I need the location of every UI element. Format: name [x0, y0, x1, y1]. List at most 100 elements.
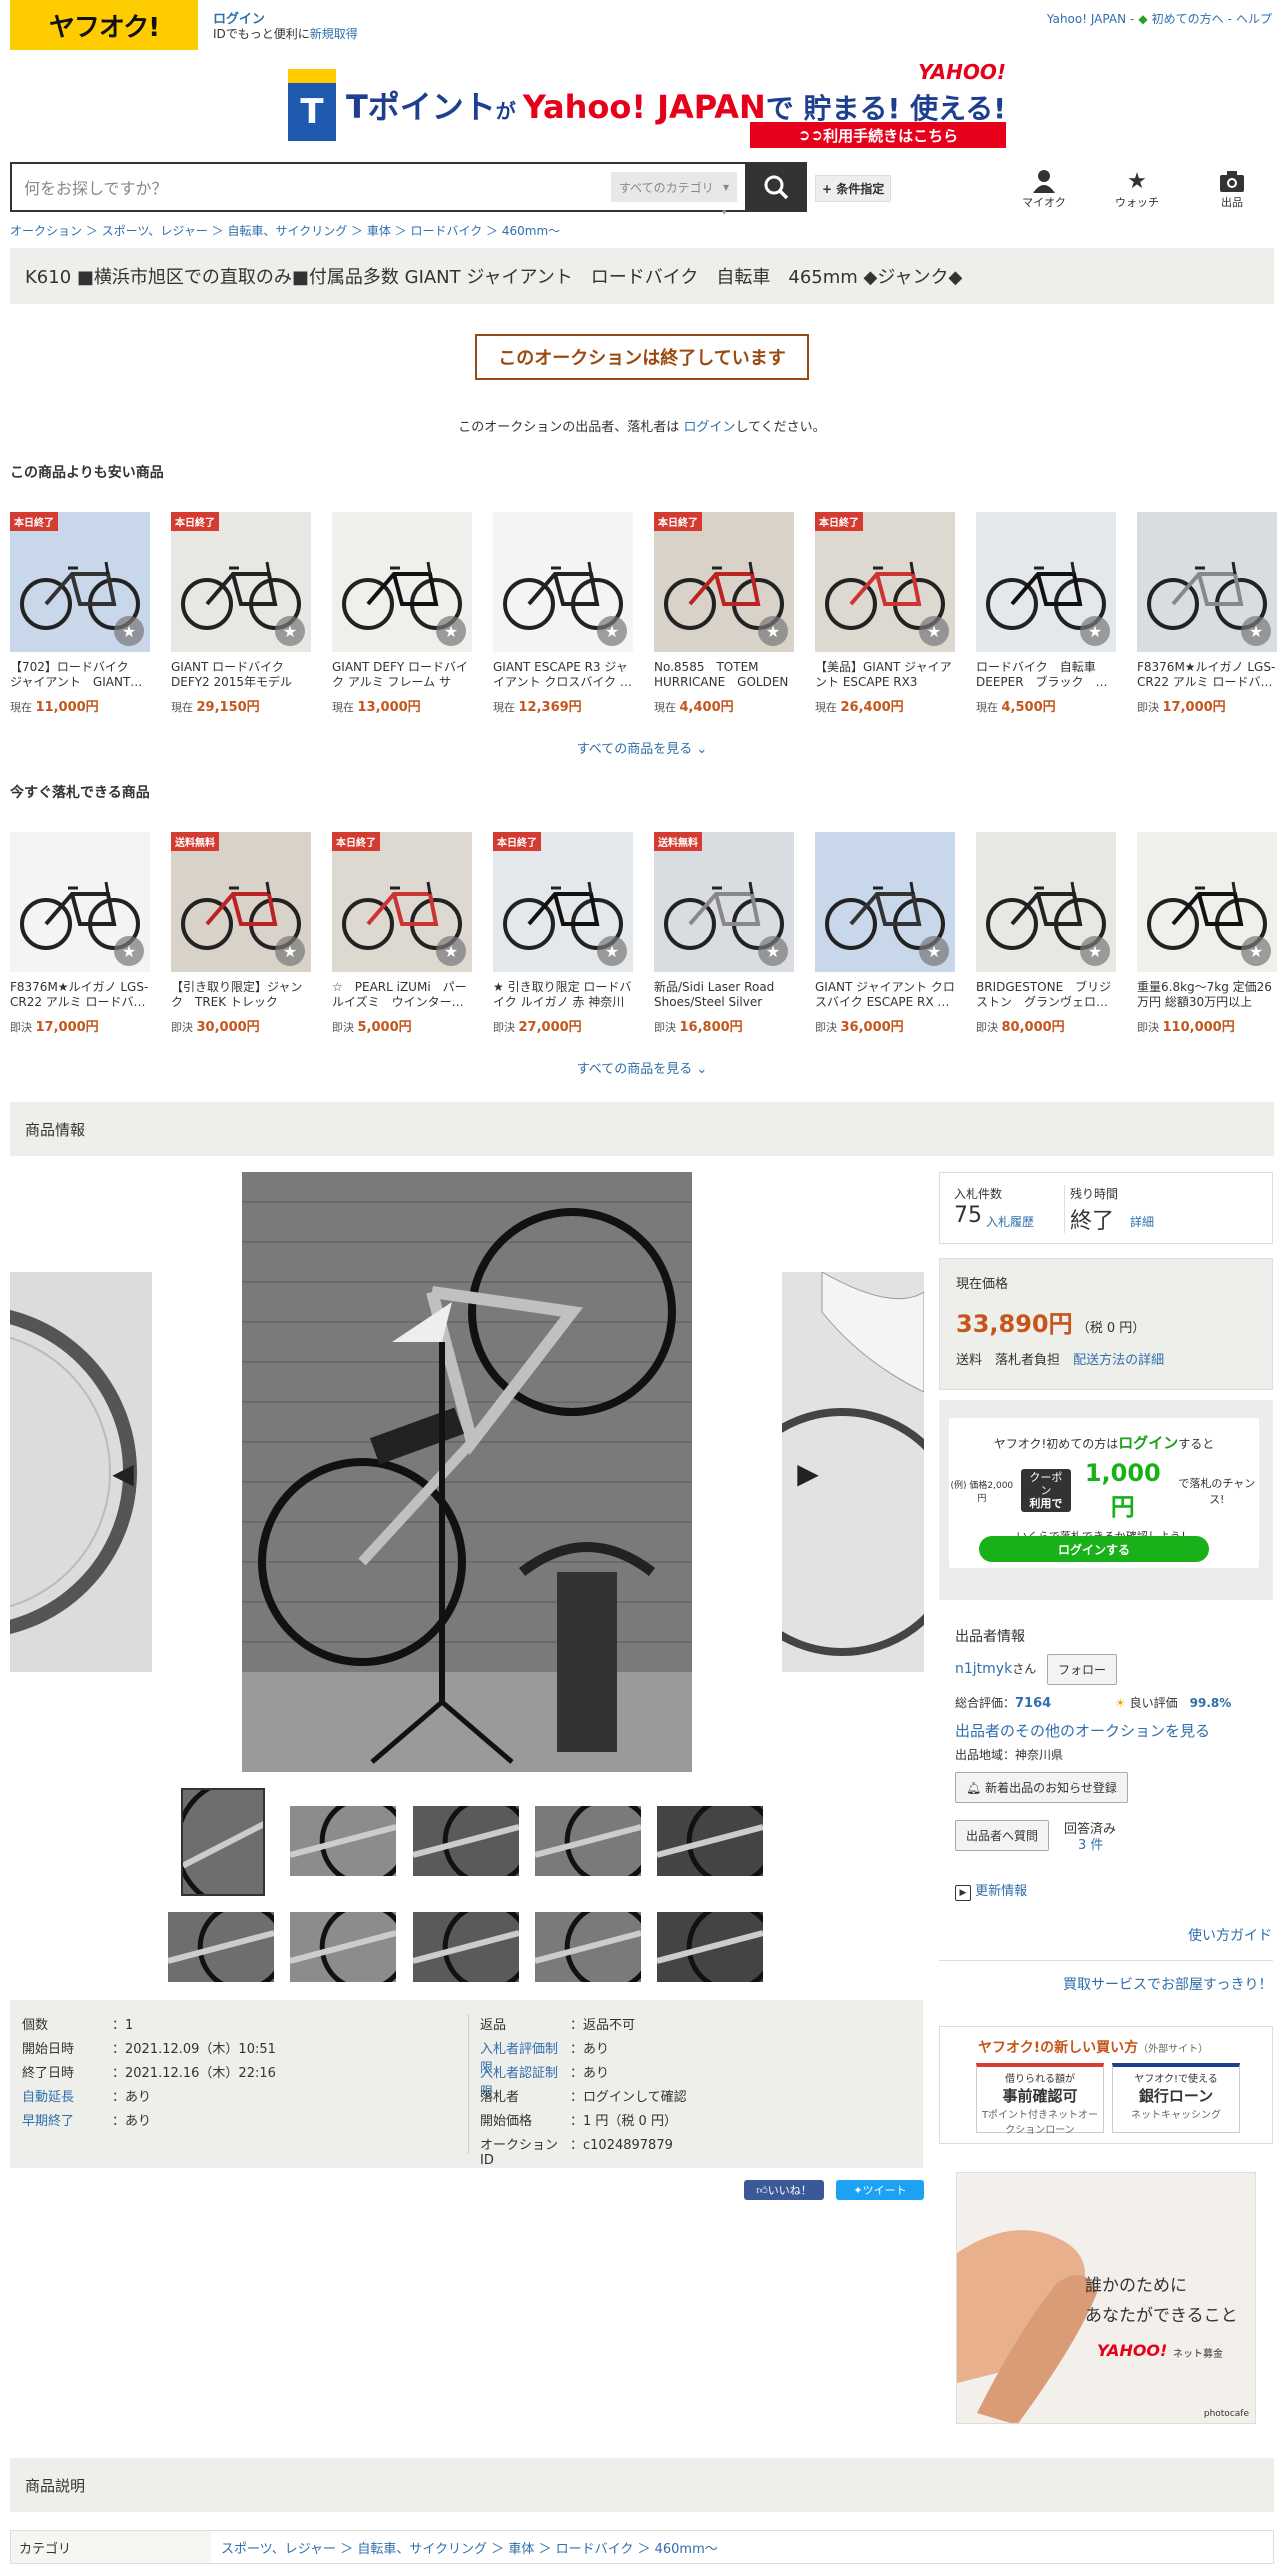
product-title[interactable]: No.8585 TOTEM HURRICANE GOLDEN W…: [654, 660, 794, 690]
product-price[interactable]: 29,150円: [197, 700, 260, 715]
buynow-card-image[interactable]: 本日終了 ★: [493, 832, 633, 972]
product-price-row[interactable]: 即決 80,000円: [976, 1016, 1116, 1035]
buynow-card-image[interactable]: 送料無料 ★: [171, 832, 311, 972]
info-row[interactable]: 自動延長 ：あり: [22, 2086, 151, 2105]
product-price[interactable]: 36,000円: [841, 1020, 904, 1035]
bid-history-link[interactable]: 入札履歴: [986, 1213, 1034, 1230]
cheaper-card[interactable]: ★ GIANT ESCAPE R3 ジャイアント クロスバイク … 現在 12,36…: [493, 512, 633, 715]
buynow-card-image[interactable]: 送料無料 ★: [654, 832, 794, 972]
watch-star-icon[interactable]: ★: [114, 936, 144, 966]
product-title[interactable]: ロードバイク 自転車 DEEPER ブラック …: [976, 660, 1116, 690]
info-value[interactable]: ：あり: [112, 2086, 151, 2105]
product-title[interactable]: 新品/Sidi Laser Road Shoes/Steel Silver Ve…: [654, 980, 794, 1010]
cheaper-see-all-link[interactable]: すべての商品を見る ⌄: [0, 738, 1284, 757]
shipping-details-link[interactable]: 配送方法の詳細: [1073, 1353, 1164, 1368]
watch-star-icon[interactable]: ★: [114, 616, 144, 646]
info-value[interactable]: ：1 円（税 0 円）: [570, 2110, 677, 2129]
product-price[interactable]: 110,000円: [1163, 1020, 1235, 1035]
cheaper-card-image[interactable]: ★: [976, 512, 1116, 652]
nav-myauc[interactable]: マイオク: [1014, 168, 1074, 210]
buynow-card[interactable]: ★ F8376M★ルイガノ LGS-CR22 アルミ ロードバ… 即決 17,000…: [10, 832, 150, 1035]
info-key[interactable]: オークションID: [480, 2134, 570, 2168]
watch-star-icon[interactable]: ★: [597, 616, 627, 646]
info-key[interactable]: 終了日時: [22, 2062, 112, 2081]
info-key[interactable]: 早期終了: [22, 2110, 112, 2129]
product-price[interactable]: 4,400円: [680, 700, 734, 715]
condition-button[interactable]: + 条件指定: [815, 175, 892, 202]
buynow-card-image[interactable]: ★: [10, 832, 150, 972]
product-price[interactable]: 80,000円: [1002, 1020, 1065, 1035]
info-key[interactable]: 自動延長: [22, 2086, 112, 2105]
info-key[interactable]: 落札者: [480, 2086, 570, 2105]
product-title[interactable]: GIANT ロードバイク DEFY2 2015年モデル Tiagr…: [171, 660, 311, 690]
yafuoku-logo[interactable]: ヤフオク!: [10, 0, 198, 50]
info-key[interactable]: 開始価格: [480, 2110, 570, 2129]
image-thumbnail[interactable]: [657, 1912, 763, 1982]
ask-seller-button[interactable]: 出品者へ質問: [955, 1820, 1050, 1851]
notify-button[interactable]: 🔔︎ 新着出品のお知らせ登録: [955, 1772, 1128, 1803]
watch-star-icon[interactable]: ★: [1241, 616, 1271, 646]
watch-star-icon[interactable]: ★: [1080, 936, 1110, 966]
cheaper-card[interactable]: 本日終了 ★ GIANT ロードバイク DEFY2 2015年モデル Tiagr… 現…: [171, 512, 311, 715]
price-type-label[interactable]: 即決: [1137, 701, 1159, 714]
product-title[interactable]: BRIDGESTONE ブリジストン グランヴェロ…: [976, 980, 1116, 1010]
product-price-row[interactable]: 即決 110,000円: [1137, 1016, 1277, 1035]
details-link[interactable]: 詳細: [1130, 1213, 1154, 1230]
info-value[interactable]: ：c1024897879: [570, 2134, 673, 2168]
product-title[interactable]: ☆ PEARL iZUMi パールイズミ ウインター…: [332, 980, 472, 1010]
price-type-label[interactable]: 現在: [976, 701, 998, 714]
product-title[interactable]: 【美品】GIANT ジャイアント ESCAPE RX3 202…: [815, 660, 955, 690]
answered-count-link[interactable]: 3 件: [1078, 1834, 1103, 1853]
image-thumbnail[interactable]: [290, 1912, 396, 1982]
beginner-link[interactable]: 初めての方へ: [1152, 10, 1224, 27]
product-title[interactable]: F8376M★ルイガノ LGS-CR22 アルミ ロードバ…: [1137, 660, 1277, 690]
cheaper-card[interactable]: ★ ロードバイク 自転車 DEEPER ブラック … 現在 4,500円: [976, 512, 1116, 715]
cheaper-card[interactable]: 本日終了 ★ No.8585 TOTEM HURRICANE GOLDEN W… 現在…: [654, 512, 794, 715]
product-price-row[interactable]: 即決 17,000円: [10, 1016, 150, 1035]
main-product-image[interactable]: [242, 1172, 692, 1772]
watch-star-icon[interactable]: ★: [436, 936, 466, 966]
product-price[interactable]: 11,000円: [36, 700, 99, 715]
price-type-label[interactable]: 即決: [1137, 1021, 1159, 1034]
product-price[interactable]: 12,369円: [519, 700, 582, 715]
buynow-card[interactable]: 送料無料 ★ 新品/Sidi Laser Road Shoes/Steel Silv…: [654, 832, 794, 1035]
product-price[interactable]: 17,000円: [36, 1020, 99, 1035]
product-title[interactable]: GIANT DEFY ロードバイク アルミ フレーム サイ…: [332, 660, 472, 690]
seller-name-link[interactable]: n1jtmyk: [955, 1661, 1012, 1677]
product-price-row[interactable]: 現在 13,000円: [332, 696, 472, 715]
product-price[interactable]: 13,000円: [358, 700, 421, 715]
info-value[interactable]: ：返品不可: [570, 2014, 635, 2033]
product-price[interactable]: 17,000円: [1163, 700, 1226, 715]
image-thumbnail[interactable]: [290, 1806, 396, 1876]
product-price-row[interactable]: 即決 5,000円: [332, 1016, 472, 1035]
info-row[interactable]: 早期終了 ：あり: [22, 2110, 151, 2129]
status-badge[interactable]: 本日終了: [654, 512, 702, 531]
buynow-card-image[interactable]: ★: [815, 832, 955, 972]
info-value[interactable]: ：あり: [112, 2110, 151, 2129]
product-title[interactable]: 【702】ロードバイク ジャイアント GIANT…: [10, 660, 150, 690]
cheaper-card[interactable]: ★ GIANT DEFY ロードバイク アルミ フレーム サイ… 現在 13,000…: [332, 512, 472, 715]
update-info-link[interactable]: ▶ 更新情報: [955, 1880, 1027, 1901]
status-badge[interactable]: 本日終了: [171, 512, 219, 531]
product-price-row[interactable]: 現在 11,000円: [10, 696, 150, 715]
watch-star-icon[interactable]: ★: [275, 616, 305, 646]
product-price-row[interactable]: 現在 4,500円: [976, 696, 1116, 715]
watch-star-icon[interactable]: ★: [919, 616, 949, 646]
info-row[interactable]: 終了日時 ：2021.12.16（木）22:16: [22, 2062, 276, 2081]
price-type-label[interactable]: 現在: [493, 701, 515, 714]
buyback-link[interactable]: 買取サービスでお部屋すっきり！: [1063, 1974, 1272, 1994]
buynow-see-all-link[interactable]: すべての商品を見る ⌄: [0, 1058, 1284, 1077]
price-type-label[interactable]: 即決: [815, 1021, 837, 1034]
category-select[interactable]: すべてのカテゴリ ▾: [611, 172, 737, 202]
info-value[interactable]: ：1: [112, 2014, 133, 2033]
product-title[interactable]: GIANT ESCAPE R3 ジャイアント クロスバイク …: [493, 660, 633, 690]
info-value[interactable]: ：2021.12.09（木）10:51: [112, 2038, 276, 2057]
buynow-card[interactable]: 本日終了 ★ ☆ PEARL iZUMi パールイズミ ウインター… 即決 5,000…: [332, 832, 472, 1035]
info-key[interactable]: 返品: [480, 2014, 570, 2033]
loan-card-2[interactable]: ヤフオク!で使える 銀行ローン ネットキャッシング: [1112, 2063, 1240, 2133]
next-arrow-icon[interactable]: ▶: [795, 1457, 821, 1490]
prev-arrow-icon[interactable]: ◀: [110, 1457, 136, 1490]
product-title[interactable]: ★ 引き取り限定 ロードバイク ルイガノ 赤 神奈川: [493, 980, 633, 1010]
image-thumbnail[interactable]: [535, 1806, 641, 1876]
buynow-card[interactable]: ★ BRIDGESTONE ブリジストン グランヴェロ… 即決 80,000円: [976, 832, 1116, 1035]
